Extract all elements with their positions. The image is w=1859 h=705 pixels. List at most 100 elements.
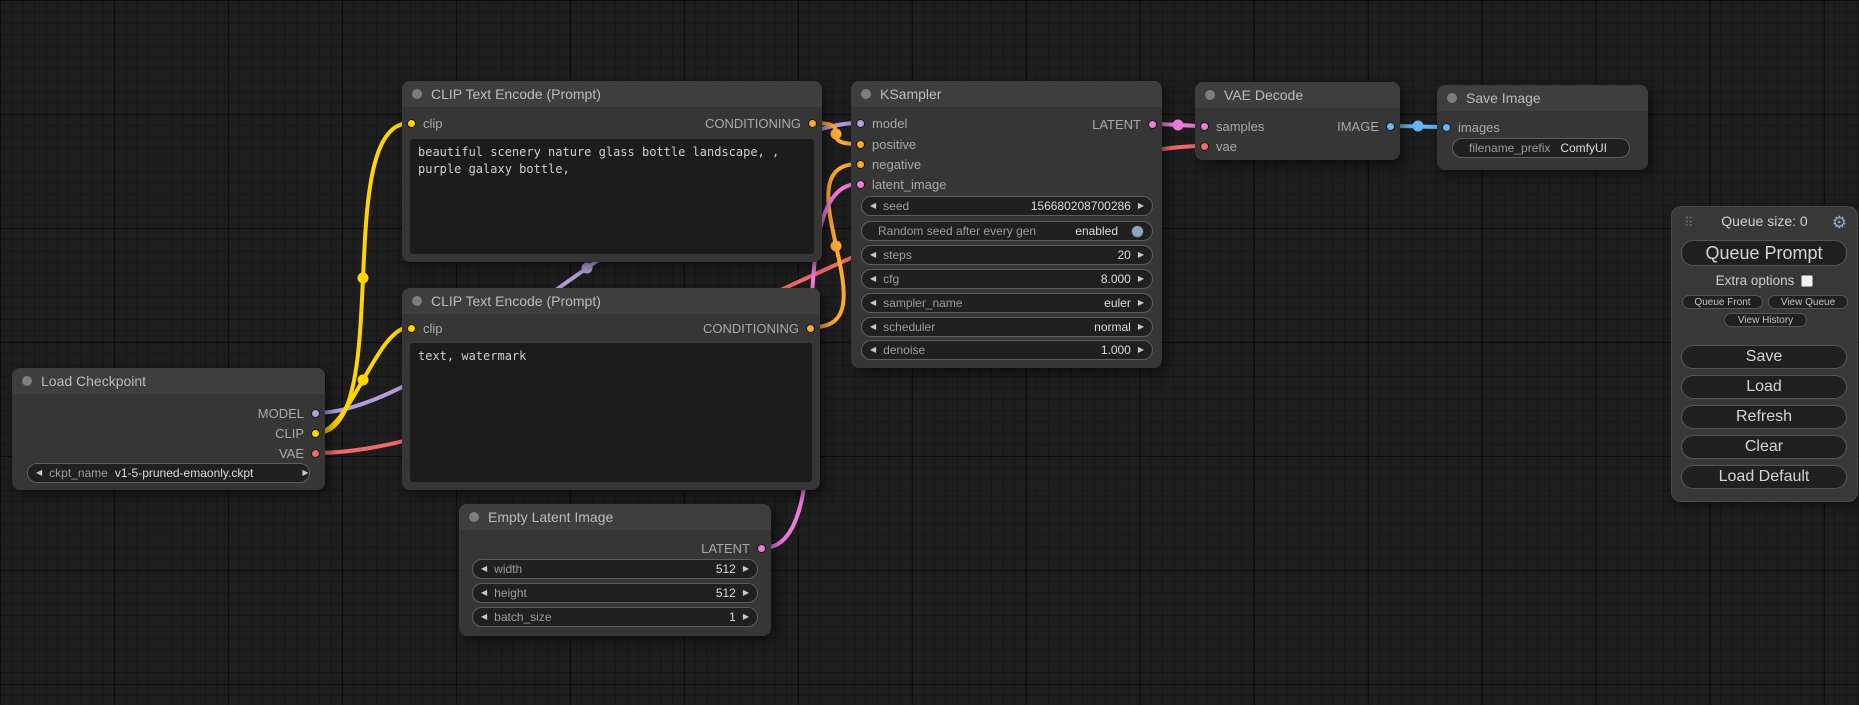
input-latent-image: latent_image <box>851 175 946 193</box>
node-title-bar[interactable]: Save Image <box>1437 85 1648 111</box>
node-title: Load Checkpoint <box>41 373 146 389</box>
clip-port-dot[interactable] <box>407 324 416 333</box>
node-clip-text-encode-positive[interactable]: CLIP Text Encode (Prompt) clip CONDITION… <box>402 81 822 262</box>
node-title: CLIP Text Encode (Prompt) <box>431 86 601 102</box>
prev-arrow-icon[interactable]: ◀ <box>870 323 876 331</box>
scheduler-widget[interactable]: ◀ scheduler normal ▶ <box>861 317 1153 337</box>
denoise-widget[interactable]: ◀ denoise 1.000 ▶ <box>861 340 1153 360</box>
next-arrow-icon[interactable]: ▶ <box>1138 202 1144 210</box>
latent-port-dot[interactable] <box>1200 122 1209 131</box>
prompt-text-input[interactable]: beautiful scenery nature glass bottle la… <box>410 139 814 254</box>
gear-icon[interactable]: ⚙ <box>1832 213 1847 233</box>
view-history-button[interactable]: View History <box>1724 313 1807 327</box>
input-label: vae <box>1216 139 1237 154</box>
sampler-name-widget[interactable]: ◀ sampler_name euler ▶ <box>861 293 1153 313</box>
conditioning-port-dot[interactable] <box>808 119 817 128</box>
input-label: positive <box>872 137 916 152</box>
next-arrow-icon[interactable]: ▶ <box>1138 299 1144 307</box>
next-arrow-icon[interactable]: ▶ <box>743 565 749 573</box>
output-clip: CLIP <box>275 424 325 442</box>
vae-port-dot[interactable] <box>1200 142 1209 151</box>
node-graph-canvas[interactable]: Load Checkpoint MODEL CLIP VAE ◀ ckpt_na… <box>0 0 1859 705</box>
prev-arrow-icon[interactable]: ◀ <box>36 469 42 477</box>
input-negative: negative <box>851 155 921 173</box>
clip-port-dot[interactable] <box>311 429 320 438</box>
extra-options-checkbox[interactable] <box>1801 275 1813 287</box>
prev-arrow-icon[interactable]: ◀ <box>870 251 876 259</box>
widget-value: ComfyUI <box>1560 141 1607 155</box>
input-clip: clip <box>402 114 443 132</box>
prev-arrow-icon[interactable]: ◀ <box>481 613 487 621</box>
steps-widget[interactable]: ◀ steps 20 ▶ <box>861 245 1153 265</box>
clear-button[interactable]: Clear <box>1681 435 1847 459</box>
extra-options-label: Extra options <box>1716 273 1795 288</box>
prev-arrow-icon[interactable]: ◀ <box>870 202 876 210</box>
queue-front-button[interactable]: Queue Front <box>1682 295 1763 309</box>
next-arrow-icon[interactable]: ▶ <box>1138 346 1144 354</box>
prev-arrow-icon[interactable]: ◀ <box>481 589 487 597</box>
node-load-checkpoint[interactable]: Load Checkpoint MODEL CLIP VAE ◀ ckpt_na… <box>12 368 325 490</box>
wire-midpoint-dot <box>831 241 842 252</box>
node-title-bar[interactable]: CLIP Text Encode (Prompt) <box>402 81 822 107</box>
image-port-dot[interactable] <box>1386 122 1395 131</box>
node-vae-decode[interactable]: VAE Decode samples vae IMAGE <box>1195 82 1400 160</box>
model-port-dot[interactable] <box>856 119 865 128</box>
node-title-bar[interactable]: KSampler <box>851 81 1162 107</box>
prompt-text-input[interactable]: text, watermark <box>410 343 812 482</box>
random-seed-toggle[interactable]: Random seed after every gen enabled <box>861 221 1153 241</box>
widget-value: enabled <box>1075 224 1118 238</box>
load-button[interactable]: Load <box>1681 375 1847 399</box>
vae-port-dot[interactable] <box>311 449 320 458</box>
prev-arrow-icon[interactable]: ◀ <box>870 299 876 307</box>
node-empty-latent-image[interactable]: Empty Latent Image LATENT ◀ width 512 ▶ … <box>459 504 771 636</box>
image-port-dot[interactable] <box>1442 123 1451 132</box>
next-arrow-icon[interactable]: ▶ <box>743 589 749 597</box>
width-widget[interactable]: ◀ width 512 ▶ <box>472 559 758 579</box>
conditioning-port-dot[interactable] <box>856 160 865 169</box>
toggle-on-dot[interactable] <box>1131 225 1144 238</box>
node-title-bar[interactable]: VAE Decode <box>1195 82 1400 108</box>
conditioning-port-dot[interactable] <box>806 324 815 333</box>
refresh-button[interactable]: Refresh <box>1681 405 1847 429</box>
prev-arrow-icon[interactable]: ◀ <box>870 275 876 283</box>
conditioning-port-dot[interactable] <box>856 140 865 149</box>
latent-port-dot[interactable] <box>757 544 766 553</box>
view-queue-button[interactable]: View Queue <box>1768 295 1848 309</box>
next-arrow-icon[interactable]: ▶ <box>302 469 308 477</box>
node-status-dot <box>22 376 32 386</box>
node-title-bar[interactable]: Empty Latent Image <box>459 504 771 530</box>
output-label: MODEL <box>258 406 304 421</box>
seed-widget[interactable]: ◀ seed 156680208700286 ▶ <box>861 196 1153 216</box>
node-save-image[interactable]: Save Image images filename_prefix ComfyU… <box>1437 85 1648 170</box>
node-title-bar[interactable]: CLIP Text Encode (Prompt) <box>402 288 820 314</box>
prev-arrow-icon[interactable]: ◀ <box>870 346 876 354</box>
node-clip-text-encode-negative[interactable]: CLIP Text Encode (Prompt) clip CONDITION… <box>402 288 820 490</box>
output-label: CONDITIONING <box>703 321 799 336</box>
ckpt-name-widget[interactable]: ◀ ckpt_name v1-5-pruned-emaonly.ckpt ▶ <box>27 463 310 483</box>
load-default-button[interactable]: Load Default <box>1681 465 1847 489</box>
next-arrow-icon[interactable]: ▶ <box>743 613 749 621</box>
input-clip: clip <box>402 319 443 337</box>
node-ksampler[interactable]: KSampler model positive negative latent_… <box>851 81 1162 368</box>
model-port-dot[interactable] <box>311 409 320 418</box>
output-vae: VAE <box>279 444 325 462</box>
next-arrow-icon[interactable]: ▶ <box>1138 251 1144 259</box>
widget-value: 1 <box>729 610 736 624</box>
next-arrow-icon[interactable]: ▶ <box>1138 275 1144 283</box>
height-widget[interactable]: ◀ height 512 ▶ <box>472 583 758 603</box>
latent-port-dot[interactable] <box>1148 120 1157 129</box>
prev-arrow-icon[interactable]: ◀ <box>481 565 487 573</box>
node-title-bar[interactable]: Load Checkpoint <box>12 368 325 394</box>
filename-prefix-widget[interactable]: filename_prefix ComfyUI <box>1452 138 1630 158</box>
queue-prompt-button[interactable]: Queue Prompt <box>1681 240 1847 266</box>
output-label: LATENT <box>701 541 750 556</box>
latent-port-dot[interactable] <box>856 180 865 189</box>
input-label: model <box>872 116 907 131</box>
save-button[interactable]: Save <box>1681 345 1847 369</box>
next-arrow-icon[interactable]: ▶ <box>1138 323 1144 331</box>
cfg-widget[interactable]: ◀ cfg 8.000 ▶ <box>861 269 1153 289</box>
clip-port-dot[interactable] <box>407 119 416 128</box>
wire-midpoint-dot <box>582 263 593 274</box>
queue-panel-header: ⠿ Queue size: 0 ⚙ <box>1672 213 1857 233</box>
batch-size-widget[interactable]: ◀ batch_size 1 ▶ <box>472 607 758 627</box>
